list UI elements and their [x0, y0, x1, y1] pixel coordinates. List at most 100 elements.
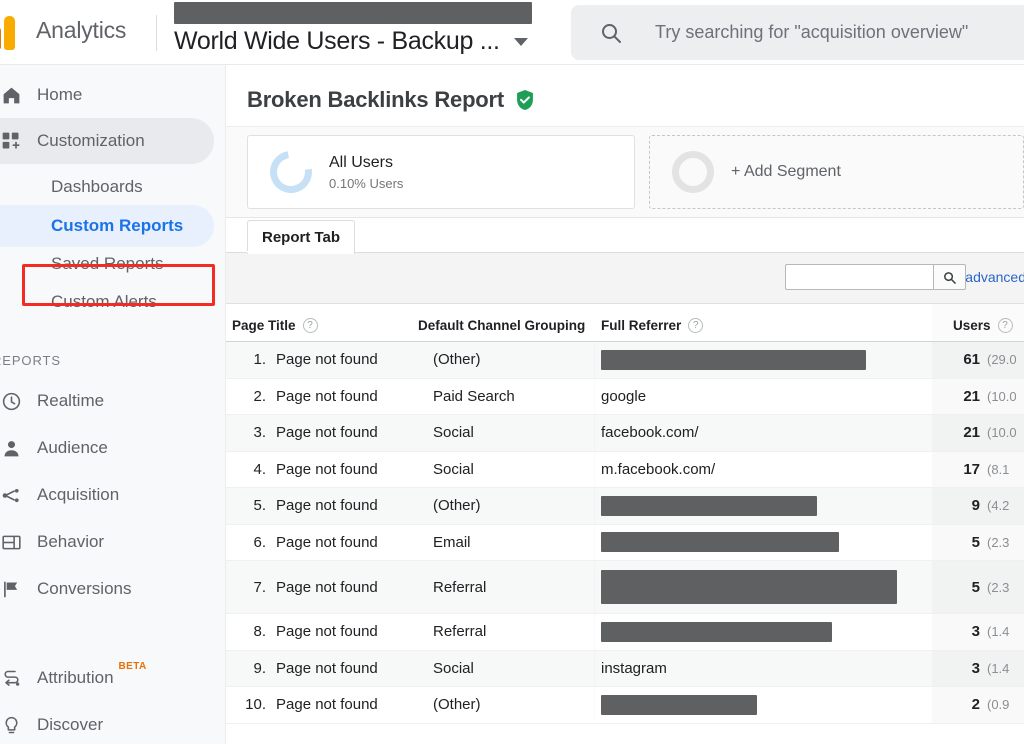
tab-report-tab[interactable]: Report Tab	[247, 220, 356, 254]
sidebar-item-saved-reports[interactable]: Saved Reports	[0, 243, 214, 285]
report-header: Broken Backlinks Report	[226, 65, 1024, 113]
table-search-group	[785, 264, 966, 290]
cell-full-referrer[interactable]: m.facebook.com/	[601, 461, 715, 478]
users-value: 3	[971, 623, 980, 641]
cell-channel-grouping: (Other)	[433, 497, 481, 515]
behavior-icon	[0, 531, 22, 553]
page-title: Broken Backlinks Report	[247, 87, 505, 112]
cell-users: 3 (1.4	[932, 614, 1024, 650]
top-bar: Analytics World Wide Users - Backup ... …	[0, 0, 1024, 65]
users-value: 5	[971, 533, 980, 551]
cell-users: 3 (1.4	[932, 651, 1024, 687]
help-icon-users[interactable]: ?	[997, 318, 1013, 333]
cell-users: 21 (10.0	[932, 379, 1024, 415]
help-icon-full-referrer[interactable]: ?	[688, 318, 704, 333]
cell-channel-grouping: Paid Search	[433, 387, 515, 405]
cell-page-title[interactable]: Page not found	[276, 351, 378, 368]
help-icon-page-title[interactable]: ?	[302, 318, 318, 333]
sidebar-item-realtime[interactable]: Realtime	[0, 378, 214, 424]
sidebar-label-attribution: Attribution	[37, 668, 114, 687]
segment-name: All Users	[329, 154, 394, 171]
table-row[interactable]: 1. Page not found (Other) 61 (29.0	[226, 342, 1024, 379]
table-row[interactable]: 4. Page not found Social m.facebook.com/17 (…	[226, 451, 1024, 488]
clock-icon	[0, 390, 22, 412]
flag-icon	[0, 578, 22, 600]
cell-channel-grouping: Referral	[433, 623, 487, 641]
sidebar-item-attribution[interactable]: Attribution BETA	[0, 655, 214, 701]
column-header-page-title[interactable]: Page Title ?	[232, 318, 318, 333]
cell-page-title[interactable]: Page not found	[276, 388, 378, 405]
cell-full-referrer-masked	[601, 621, 832, 642]
verified-shield-icon	[515, 89, 535, 111]
lightbulb-icon	[0, 714, 22, 736]
sidebar-item-acquisition[interactable]: Acquisition	[0, 472, 214, 518]
chevron-down-icon[interactable]	[513, 37, 528, 46]
table-row[interactable]: 6. Page not found Email 5 (2.3	[226, 524, 1024, 561]
table-row[interactable]: 3. Page not found Social facebook.com/21 (10…	[226, 415, 1024, 452]
table-row[interactable]: 5. Page not found (Other) 9 (4.2	[226, 488, 1024, 525]
cell-page-title[interactable]: Page not found	[276, 534, 378, 551]
advanced-link[interactable]: advanced	[965, 269, 1024, 285]
cell-page-title[interactable]: Page not found	[276, 497, 378, 514]
table-row[interactable]: 10. Page not found (Other) 2 (0.9	[226, 687, 1024, 724]
column-separator	[594, 614, 595, 650]
sidebar-item-custom-alerts[interactable]: Custom Alerts	[0, 281, 214, 323]
cell-page-title[interactable]: Page not found	[276, 660, 378, 677]
cell-full-referrer[interactable]: instagram	[601, 660, 667, 677]
sidebar-item-conversions[interactable]: Conversions	[0, 566, 214, 612]
sidebar-label-custom-reports: Custom Reports	[51, 216, 184, 235]
table-search-input[interactable]	[785, 264, 933, 290]
global-search[interactable]: Try searching for "acquisition overview"	[571, 5, 1024, 60]
users-percent: (4.2	[987, 498, 1010, 514]
column-separator	[594, 561, 595, 613]
cell-full-referrer-masked	[601, 570, 897, 604]
table-search-button[interactable]	[933, 264, 966, 290]
cell-page-title[interactable]: Page not found	[276, 579, 378, 596]
users-percent: (10.0	[987, 388, 1017, 404]
cell-users: 5 (2.3	[932, 561, 1024, 613]
brand-name: Analytics	[36, 17, 127, 43]
column-header-full-referrer[interactable]: Full Referrer ?	[601, 318, 704, 333]
column-separator	[594, 342, 595, 378]
sidebar-item-home[interactable]: Home	[0, 72, 214, 118]
row-index: 8.	[253, 623, 266, 641]
sidebar-item-discover[interactable]: Discover	[0, 702, 214, 744]
users-percent: (0.9	[987, 697, 1010, 713]
sidebar-item-audience[interactable]: Audience	[0, 425, 214, 471]
analytics-page: Analytics World Wide Users - Backup ... …	[0, 0, 1024, 744]
users-percent: (2.3	[987, 534, 1010, 550]
segment-bar: All Users 0.10% Users + Add Segment	[226, 126, 1024, 218]
sidebar-item-custom-reports[interactable]: Custom Reports	[0, 205, 214, 247]
attribution-icon	[0, 667, 22, 689]
table-row[interactable]: 2. Page not found Paid Search google 21 (10.0	[226, 378, 1024, 415]
table-row[interactable]: 7. Page not found Referral 5 (2.3	[226, 561, 1024, 614]
cell-page-title[interactable]: Page not found	[276, 696, 378, 713]
report-table: Page Title ? Default Channel Grouping Fu…	[226, 304, 1024, 724]
row-index: 4.	[253, 460, 266, 478]
donut-empty-icon	[672, 151, 715, 193]
cell-page-title[interactable]: Page not found	[276, 424, 378, 441]
segment-all-users[interactable]: All Users 0.10% Users	[247, 135, 636, 209]
add-segment-label: + Add Segment	[731, 163, 841, 180]
users-value: 17	[963, 460, 980, 478]
cell-full-referrer[interactable]: facebook.com/	[601, 424, 699, 441]
sidebar-item-customization[interactable]: Customization	[0, 118, 214, 164]
table-body: 1. Page not found (Other) 61 (29.0 2. Page not…	[226, 342, 1024, 724]
cell-full-referrer-masked	[601, 349, 866, 370]
sidebar-label-customization: Customization	[37, 131, 145, 150]
cell-users: 5 (2.3	[932, 525, 1024, 561]
add-segment-button[interactable]: + Add Segment	[649, 135, 1024, 209]
account-selector[interactable]: World Wide Users - Backup ...	[174, 2, 559, 56]
cell-full-referrer[interactable]: google	[601, 388, 646, 405]
sidebar-item-dashboards[interactable]: Dashboards	[0, 166, 214, 208]
cell-channel-grouping: Social	[433, 460, 474, 478]
column-header-users[interactable]: Users ?	[953, 318, 1013, 333]
table-row[interactable]: 9. Page not found Social instagram 3 (1.4	[226, 650, 1024, 687]
cell-page-title[interactable]: Page not found	[276, 461, 378, 478]
sidebar-label-audience: Audience	[37, 438, 108, 457]
column-header-default-channel-grouping[interactable]: Default Channel Grouping	[418, 318, 585, 333]
cell-page-title[interactable]: Page not found	[276, 623, 378, 640]
cell-users: 9 (4.2	[932, 488, 1024, 524]
table-row[interactable]: 8. Page not found Referral 3 (1.4	[226, 614, 1024, 651]
sidebar-item-behavior[interactable]: Behavior	[0, 519, 214, 565]
